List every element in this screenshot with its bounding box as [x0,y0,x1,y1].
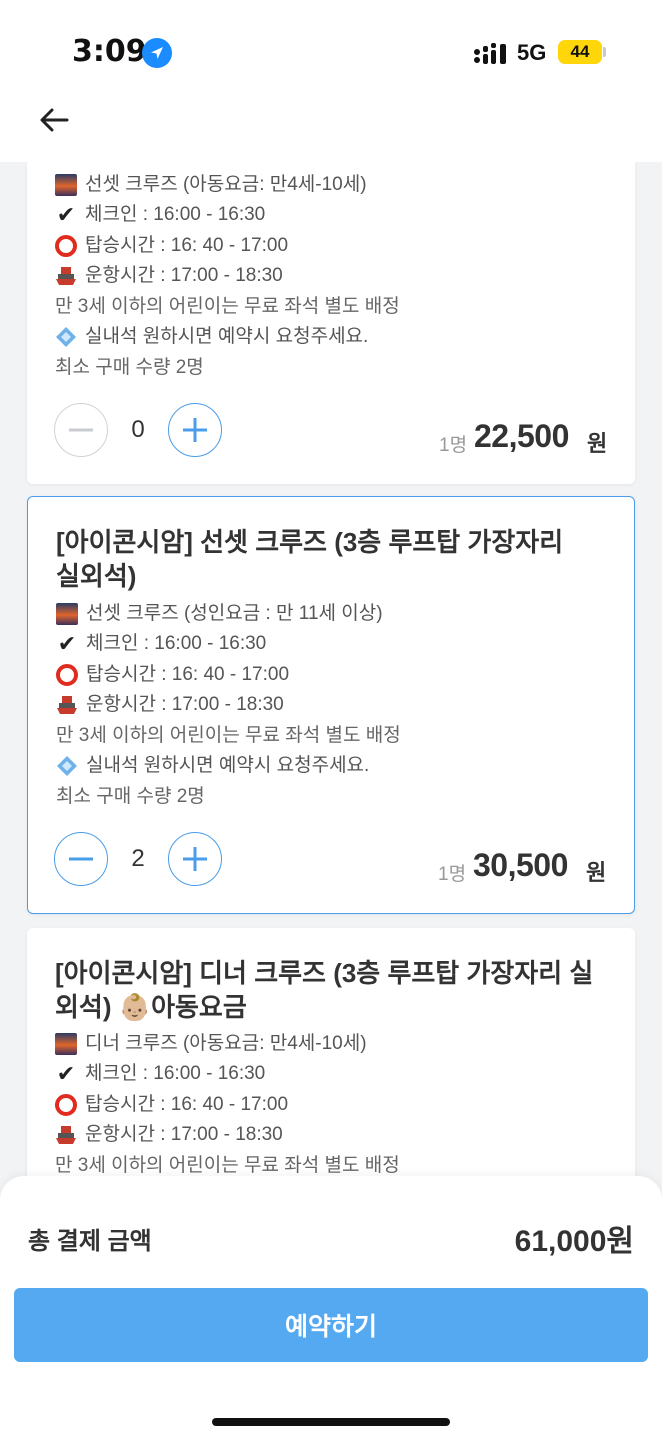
bridge-sunset-icon [56,603,78,625]
increase-button[interactable] [168,832,222,886]
arrow-left-icon [40,108,69,132]
decrease-button[interactable] [54,403,108,457]
circle-icon [56,664,78,686]
detail-text: 선셋 크루즈 (성인요금 : 만 11세 이상) [86,603,383,624]
minus-icon [69,428,93,432]
top-nav [0,100,662,162]
battery-icon: 44 [558,40,602,64]
detail-text: 실내석 원하시면 예약시 요청주세요. [85,326,369,347]
detail-text: 선셋 크루즈 (아동요금: 만4세-10세) [85,174,367,195]
bridge-sunset-icon [55,1033,77,1055]
battery-cap [603,47,606,57]
detail-row: ✔ 체크인 : 16:00 - 16:30 [56,629,266,659]
detail-row: 탑승시간 : 16: 40 - 17:00 [55,231,288,261]
detail-row: 만 3세 이하의 어린이는 무료 좌석 별도 배정 [55,1151,400,1176]
home-indicator [212,1418,450,1426]
product-card: 선셋 크루즈 (아동요금: 만4세-10세) ✔ 체크인 : 16:00 - 1… [27,162,635,484]
currency-label: 원 [586,860,607,885]
quantity-value: 2 [131,845,145,872]
circle-icon [55,1094,77,1116]
detail-row: 선셋 크루즈 (아동요금: 만4세-10세) [55,170,367,200]
ship-icon [56,267,76,285]
ship-icon [57,696,77,714]
check-icon: ✔ [56,1061,76,1086]
detail-text: 실내석 원하시면 예약시 요청주세요. [86,755,370,776]
price-unit: 1명 [438,864,467,885]
signal-icon [474,43,506,64]
check-icon: ✔ [56,202,76,227]
checkout-panel: 총 결제 금액 61,000원 예약하기 [0,1176,662,1440]
product-card-selected[interactable]: [아이콘시암] 선셋 크루즈 (3층 루프탑 가장자리 실외석) 선셋 크루즈 … [27,496,635,914]
card-title: [아이콘시암] 디너 크루즈 (3층 루프탑 가장자리 실외석) 👶🏼아동요금 [55,958,594,1022]
detail-row: 최소 구매 수량 2명 [56,782,205,812]
check-icon: ✔ [57,631,77,656]
total-label: 총 결제 금액 [28,1228,152,1255]
card-title: [아이콘시암] 선셋 크루즈 (3층 루프탑 가장자리 실외석) [56,527,564,591]
detail-row: 디너 크루즈 (아동요금: 만4세-10세) [55,1029,367,1059]
network-label: 5G [517,40,547,65]
price-value: 30,500 [473,847,568,883]
price-value: 22,500 [474,418,569,454]
detail-row: 탑승시간 : 16: 40 - 17:00 [55,1090,288,1120]
detail-row: 운항시간 : 17:00 - 18:30 [56,690,284,720]
increase-button[interactable] [168,403,222,457]
plus-icon [183,418,207,442]
detail-row: 최소 구매 수량 2명 [55,353,204,383]
status-bar: 3:09 5G 44 [0,0,662,100]
detail-row: 실내석 원하시면 예약시 요청주세요. [55,322,368,352]
quantity-value: 0 [131,416,145,443]
detail-row: 운항시간 : 17:00 - 18:30 [55,261,283,291]
detail-row: 선셋 크루즈 (성인요금 : 만 11세 이상) [56,599,383,629]
circle-icon [55,235,77,257]
detail-row: 실내석 원하시면 예약시 요청주세요. [56,751,369,781]
detail-row: 만 3세 이하의 어린이는 무료 좌석 별도 배정 [56,721,401,751]
book-button[interactable]: 예약하기 [14,1288,648,1362]
detail-text: 체크인 : 16:00 - 16:30 [85,204,266,225]
detail-text: 탑승시간 : 16: 40 - 17:00 [85,1094,289,1115]
detail-row: 운항시간 : 17:00 - 18:30 [55,1120,283,1150]
location-arrow-icon [142,38,172,68]
detail-row: 만 3세 이하의 어린이는 무료 좌석 별도 배정 [55,292,400,322]
detail-text: 체크인 : 16:00 - 16:30 [86,633,267,654]
price-unit: 1명 [439,435,468,456]
back-button[interactable] [30,100,78,140]
detail-text: 탑승시간 : 16: 40 - 17:00 [86,664,290,685]
currency-label: 원 [587,431,608,456]
detail-text: 운항시간 : 17:00 - 18:30 [86,694,284,715]
detail-row: 탑승시간 : 16: 40 - 17:00 [56,660,289,690]
detail-text: 체크인 : 16:00 - 16:30 [85,1063,266,1084]
ship-icon [56,1126,76,1144]
detail-text: 최소 구매 수량 2명 [55,357,204,378]
plus-icon [183,847,207,871]
product-list[interactable]: 선셋 크루즈 (아동요금: 만4세-10세) ✔ 체크인 : 16:00 - 1… [0,162,662,1176]
detail-text: 탑승시간 : 16: 40 - 17:00 [85,235,289,256]
product-card[interactable]: [아이콘시암] 디너 크루즈 (3층 루프탑 가장자리 실외석) 👶🏼아동요금 … [27,928,635,1176]
detail-text: 디너 크루즈 (아동요금: 만4세-10세) [85,1033,367,1054]
detail-text: 최소 구매 수량 2명 [56,786,205,807]
detail-text: 만 3세 이하의 어린이는 무료 좌석 별도 배정 [55,296,400,317]
minus-icon [69,857,93,861]
total-value: 61,000원 [514,1225,634,1258]
detail-text: 만 3세 이하의 어린이는 무료 좌석 별도 배정 [55,1155,400,1176]
bridge-sunset-icon [55,174,77,196]
decrease-button[interactable] [54,832,108,886]
detail-text: 만 3세 이하의 어린이는 무료 좌석 별도 배정 [56,725,401,746]
diamond-icon [57,756,77,776]
status-time: 3:09 [72,34,147,69]
detail-row: ✔ 체크인 : 16:00 - 16:30 [55,200,265,230]
detail-text: 운항시간 : 17:00 - 18:30 [85,1124,283,1145]
diamond-icon [56,327,76,347]
detail-text: 운항시간 : 17:00 - 18:30 [85,265,283,286]
detail-row: ✔ 체크인 : 16:00 - 16:30 [55,1059,265,1089]
